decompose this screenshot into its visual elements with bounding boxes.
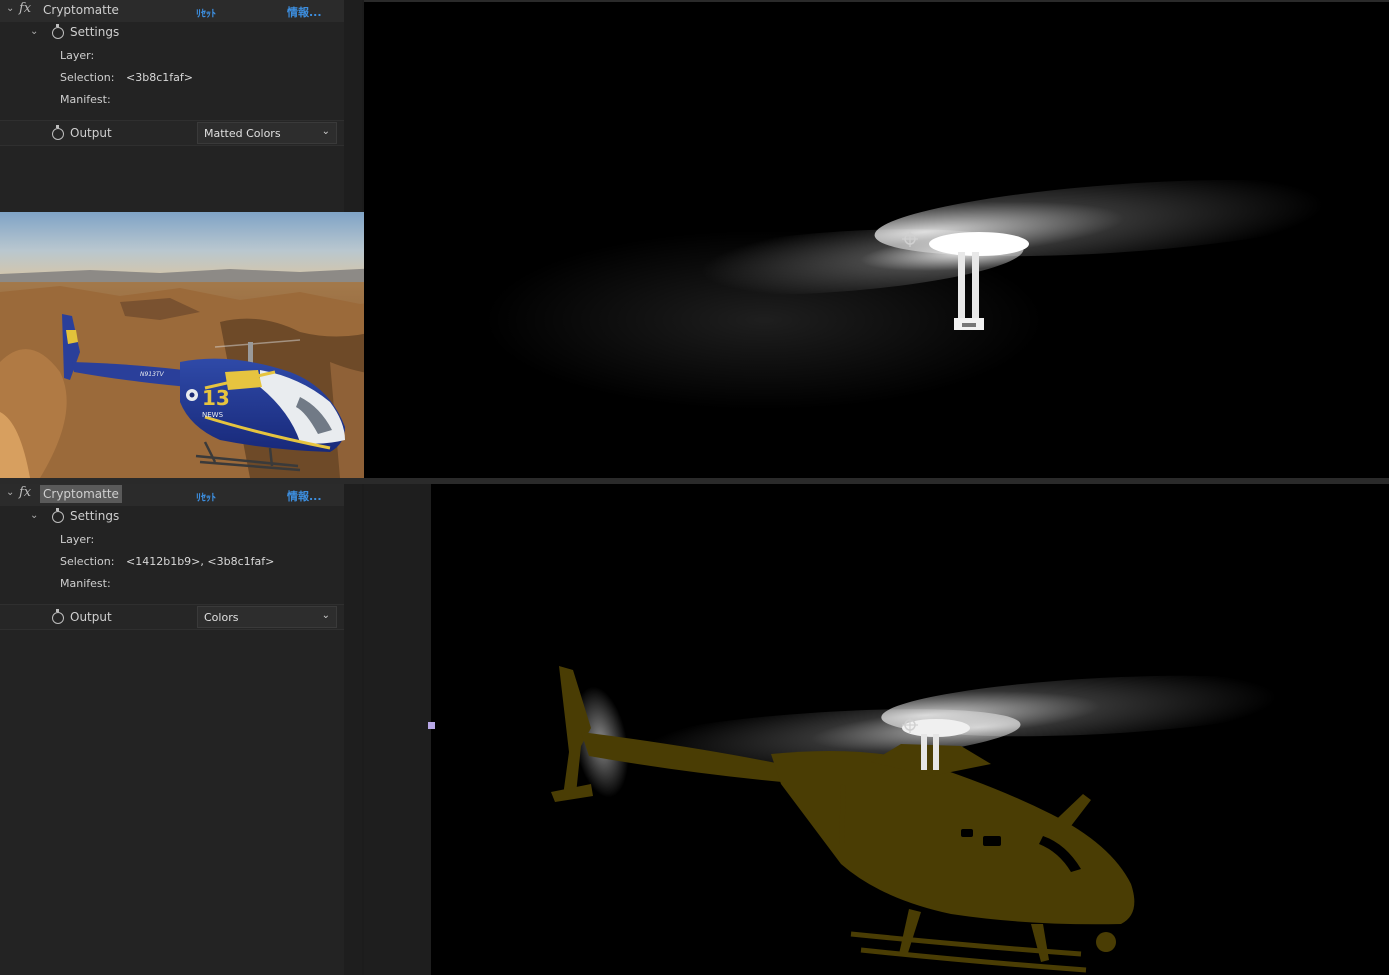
panel-scroll-strip	[344, 484, 362, 975]
stopwatch-icon[interactable]	[52, 508, 64, 523]
info-link[interactable]: 情報...	[287, 4, 322, 20]
effect-header[interactable]: ⌄ fx Cryptomatte ﾘｾｯﾄ 情報...	[0, 484, 344, 506]
fx-icon[interactable]: fx	[19, 1, 31, 16]
helicopter-registration: N913TV	[140, 371, 165, 378]
settings-label: Settings	[70, 25, 120, 39]
chevron-down-icon[interactable]: ⌄	[30, 26, 38, 37]
chevron-down-icon: ⌄	[321, 610, 330, 621]
stopwatch-icon[interactable]	[52, 24, 64, 39]
fx-icon[interactable]: fx	[19, 485, 31, 500]
settings-label: Settings	[70, 509, 120, 523]
layer-label: Layer:	[60, 533, 95, 546]
chevron-down-icon[interactable]: ⌄	[6, 3, 14, 14]
matted-colors-render	[484, 179, 1374, 410]
output-dropdown[interactable]: Colors ⌄	[197, 606, 337, 628]
effect-name[interactable]: Cryptomatte	[40, 485, 122, 503]
output-label: Output	[70, 126, 112, 140]
effect-name[interactable]: Cryptomatte	[40, 3, 122, 17]
helicopter-news: NEWS	[202, 411, 224, 419]
effect-header[interactable]: ⌄ fx Cryptomatte ﾘｾｯﾄ 情報...	[0, 0, 344, 22]
chevron-down-icon[interactable]: ⌄	[30, 510, 38, 521]
selection-value[interactable]: <3b8c1faf>	[126, 71, 193, 84]
info-link[interactable]: 情報...	[287, 488, 322, 504]
output-dropdown[interactable]: Matted Colors ⌄	[197, 122, 337, 144]
output-row: Output Colors ⌄	[0, 604, 344, 630]
output-dropdown-value: Colors	[204, 611, 239, 624]
colors-matte-render	[551, 666, 1321, 973]
settings-group[interactable]: ⌄ Settings	[0, 506, 344, 528]
output-label: Output	[70, 610, 112, 624]
stopwatch-icon[interactable]	[52, 125, 64, 140]
reset-link[interactable]: ﾘｾｯﾄ	[196, 5, 216, 20]
helicopter-number: 13	[202, 386, 230, 410]
viewer-bottom[interactable]	[364, 484, 1389, 975]
manifest-label: Manifest:	[60, 577, 111, 590]
settings-group[interactable]: ⌄ Settings	[0, 22, 344, 44]
chevron-down-icon[interactable]: ⌄	[6, 487, 14, 498]
layer-handle[interactable]	[428, 722, 435, 729]
output-dropdown-value: Matted Colors	[204, 127, 281, 140]
viewer-canvas[interactable]	[431, 484, 1389, 975]
reset-link[interactable]: ﾘｾｯﾄ	[196, 489, 216, 504]
output-row: Output Matted Colors ⌄	[0, 120, 344, 146]
effect-controls-top: ⌄ fx Cryptomatte ﾘｾｯﾄ 情報... ⌄ Settings L…	[0, 0, 362, 212]
selection-value[interactable]: <1412b1b9>, <3b8c1faf>	[126, 555, 274, 568]
panel-scroll-strip	[344, 0, 362, 212]
viewer-top[interactable]	[364, 0, 1389, 478]
selection-label: Selection:	[60, 71, 115, 84]
chevron-down-icon: ⌄	[321, 126, 330, 137]
stopwatch-icon[interactable]	[52, 609, 64, 624]
manifest-label: Manifest:	[60, 93, 111, 106]
selection-label: Selection:	[60, 555, 115, 568]
effect-controls-bottom: ⌄ fx Cryptomatte ﾘｾｯﾄ 情報... ⌄ Settings L…	[0, 484, 362, 975]
viewer-top-border	[364, 0, 1389, 2]
layer-label: Layer:	[60, 49, 95, 62]
